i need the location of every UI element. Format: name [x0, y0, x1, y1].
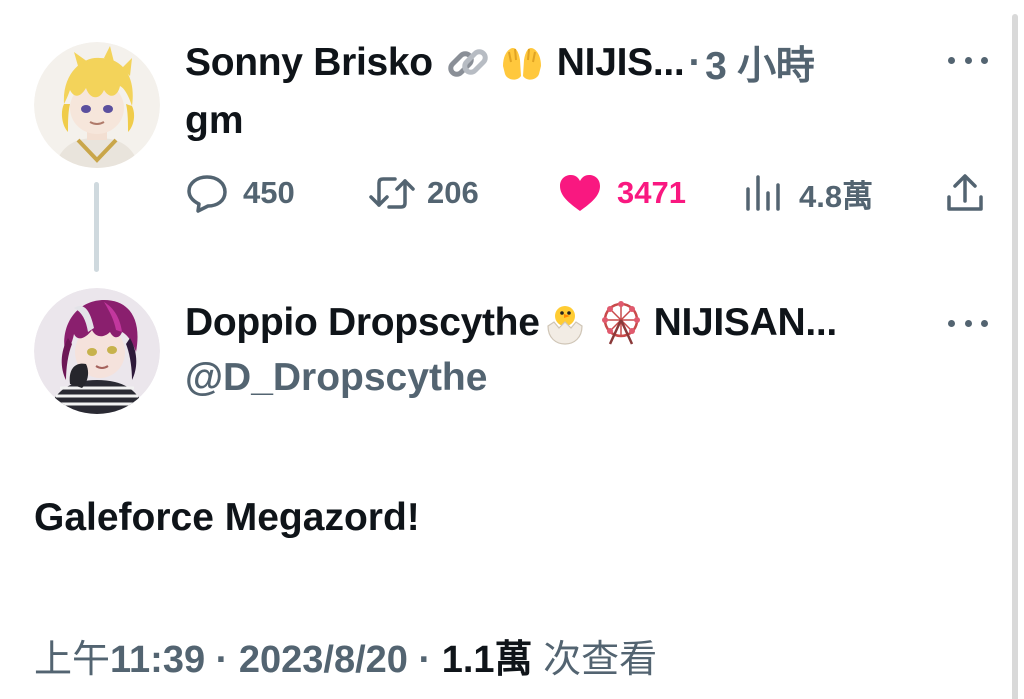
- sonny-affiliation: NIJIS...: [556, 41, 685, 84]
- like-button[interactable]: 3471: [557, 165, 686, 221]
- tweet-detail-view: Sonny Brisko NIJIS... · 3 小時 gm 450 206 …: [0, 0, 1024, 699]
- tweet-date[interactable]: 2023/8/20: [239, 639, 408, 681]
- reply-count: 450: [243, 175, 295, 210]
- sonny-avatar[interactable]: [34, 42, 160, 168]
- doppio-affiliation: NIJISAN...: [653, 301, 838, 344]
- analytics-bars-icon: [746, 175, 780, 211]
- dot-separator: ·: [418, 639, 432, 681]
- tweet-time[interactable]: 11:39: [110, 639, 205, 681]
- tweet-action-bar: 450 206 3471 4.8萬: [185, 165, 990, 221]
- share-icon: [947, 174, 983, 211]
- ferris-wheel-emoji: [598, 300, 644, 346]
- link-emoji: [445, 40, 491, 86]
- heart-filled-icon: [560, 175, 600, 211]
- scrollbar[interactable]: [1012, 14, 1018, 699]
- reply-icon: [187, 175, 227, 213]
- view-total[interactable]: 1.1萬: [442, 639, 533, 681]
- views-label: 次查看: [543, 639, 658, 681]
- time-period: 上午: [34, 639, 111, 681]
- raising-hands-emoji: [499, 40, 545, 86]
- share-button[interactable]: [943, 165, 987, 221]
- hatching-chick-emoji: [542, 300, 588, 346]
- doppio-display-name[interactable]: Doppio Dropscythe: [185, 301, 540, 345]
- sonny-display-name[interactable]: Sonny Brisko: [185, 41, 433, 85]
- doppio-handle[interactable]: @D_Dropscythe: [185, 356, 487, 400]
- doppio-name-row[interactable]: Doppio Dropscythe NIJISAN...: [185, 298, 837, 348]
- dot-separator: ·: [215, 639, 229, 681]
- more-options-icon[interactable]: [948, 316, 988, 330]
- view-count: 4.8萬: [799, 178, 874, 214]
- main-tweet-text: Galeforce Megazord!: [34, 496, 420, 539]
- retweet-icon: [369, 177, 415, 209]
- retweet-button[interactable]: 206: [367, 165, 479, 221]
- views-button[interactable]: 4.8萬: [743, 165, 873, 221]
- like-count: 3471: [617, 175, 686, 210]
- dot-separator: ·: [688, 41, 702, 84]
- doppio-avatar[interactable]: [34, 288, 160, 414]
- sonny-name-row[interactable]: Sonny Brisko NIJIS... · 3 小時: [185, 35, 815, 91]
- retweet-count: 206: [427, 175, 479, 210]
- reply-button[interactable]: 450: [185, 165, 295, 221]
- tweet-timestamp[interactable]: 3 小時: [705, 35, 815, 91]
- tweet-meta-line: 上午11:39 · 2023/8/20 · 1.1萬 次查看: [34, 628, 657, 683]
- more-options-icon[interactable]: [948, 53, 988, 67]
- thread-connector-line: [94, 182, 99, 272]
- sonny-tweet-text: gm: [185, 99, 244, 142]
